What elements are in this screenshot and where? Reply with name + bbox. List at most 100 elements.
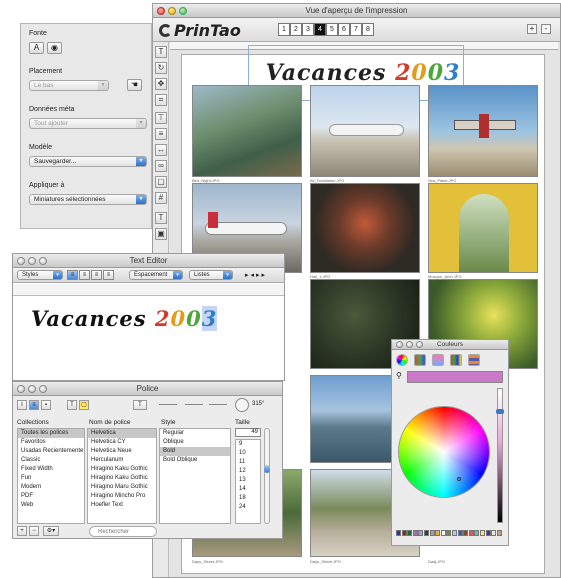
- brightness-slider[interactable]: [496, 388, 504, 523]
- minimize-window-button[interactable]: [28, 257, 36, 265]
- list-item[interactable]: 11: [236, 458, 260, 467]
- list-item[interactable]: 13: [236, 476, 260, 485]
- remove-collection-button[interactable]: −: [29, 526, 39, 536]
- zoom-in-button[interactable]: +: [527, 24, 537, 34]
- align-top-icon[interactable]: ⊤: [155, 112, 167, 124]
- close-window-button[interactable]: [157, 7, 165, 15]
- list-item[interactable]: Usadas Recientemente: [18, 447, 84, 456]
- placement-action-button[interactable]: ☚: [127, 79, 142, 91]
- list-item[interactable]: PDF: [18, 492, 84, 501]
- font-action-menu-button[interactable]: ⚙▾: [43, 526, 59, 536]
- magnifier-icon[interactable]: ⚲: [396, 371, 404, 381]
- color-swatch[interactable]: [457, 530, 463, 536]
- model-popup[interactable]: Sauvegarder... ▾: [29, 156, 147, 167]
- spacing-popup[interactable]: Espacement ▾: [129, 270, 183, 280]
- list-item[interactable]: Classic: [18, 456, 84, 465]
- page-button-4[interactable]: 4: [314, 23, 326, 36]
- page-button-2[interactable]: 2: [290, 23, 302, 36]
- color-swatch[interactable]: [412, 530, 418, 536]
- tab-stops-icon[interactable]: ▸◂▸▸: [245, 271, 267, 279]
- size-slider[interactable]: [264, 428, 270, 524]
- photo-thumbnail[interactable]: [428, 85, 538, 177]
- photo-icon[interactable]: ▣: [155, 228, 167, 240]
- list-item[interactable]: Bold Oblique: [160, 456, 230, 465]
- list-item[interactable]: Helvetica: [88, 429, 156, 438]
- shadow-button[interactable]: T: [133, 400, 147, 410]
- styles-popup[interactable]: Styles ▾: [17, 270, 63, 280]
- collections-list[interactable]: Toutes les polices Favoritos Usadas Reci…: [17, 428, 85, 524]
- list-item[interactable]: Hiragino Mincho Pro: [88, 492, 156, 501]
- minimize-window-button[interactable]: [168, 7, 176, 15]
- text-editor-content[interactable]: Vacances 2003: [31, 306, 218, 331]
- metadata-popup[interactable]: Tout ajouter ▾: [29, 118, 147, 129]
- distribute-icon[interactable]: ↔: [155, 144, 167, 156]
- spectrum-mode-icon[interactable]: [450, 354, 462, 366]
- list-item[interactable]: Modern: [18, 483, 84, 492]
- highlight-button[interactable]: ▢: [79, 400, 89, 410]
- zoom-window-button[interactable]: [39, 257, 47, 265]
- page-button-6[interactable]: 6: [338, 23, 350, 36]
- minimize-window-button[interactable]: [28, 385, 36, 393]
- current-color-well[interactable]: [407, 371, 503, 383]
- shadow-blur-slider[interactable]: [185, 404, 203, 405]
- close-window-button[interactable]: [17, 257, 25, 265]
- justify-button[interactable]: ≡: [103, 270, 114, 280]
- page-button-8[interactable]: 8: [362, 23, 374, 36]
- brightness-thumb[interactable]: [496, 409, 504, 414]
- strike-button[interactable]: ≡: [29, 400, 39, 410]
- sliders-mode-icon[interactable]: [414, 354, 426, 366]
- text-color-button[interactable]: ▪: [41, 400, 51, 410]
- font-button[interactable]: A: [29, 42, 44, 54]
- color-swatch[interactable]: [463, 530, 469, 536]
- color-swatch[interactable]: [418, 530, 424, 536]
- zoom-window-button[interactable]: [179, 7, 187, 15]
- shadow-opacity-slider[interactable]: [159, 404, 177, 405]
- text-frame-icon[interactable]: T: [155, 212, 167, 224]
- color-swatch[interactable]: [485, 530, 491, 536]
- frame-icon[interactable]: ▢: [155, 176, 167, 188]
- add-collection-button[interactable]: +: [17, 526, 27, 536]
- align-middle-icon[interactable]: ≡: [155, 128, 167, 140]
- color-button[interactable]: ◉: [47, 42, 62, 54]
- color-swatch[interactable]: [446, 530, 452, 536]
- list-item[interactable]: Oblique: [160, 438, 230, 447]
- size-field[interactable]: 49: [235, 428, 261, 437]
- family-list[interactable]: Helvetica Helvetica CY Helvetica Neue He…: [87, 428, 157, 524]
- size-list[interactable]: 9 10 11 12 13 14 18 24: [235, 439, 261, 524]
- page-button-5[interactable]: 5: [326, 23, 338, 36]
- list-item[interactable]: 10: [236, 449, 260, 458]
- minimize-window-button[interactable]: [406, 341, 413, 348]
- zoom-out-button[interactable]: -: [541, 24, 551, 34]
- photo-thumbnail[interactable]: [310, 85, 420, 177]
- page-title[interactable]: Vacances 2003: [182, 60, 544, 86]
- text-editor-title-bar[interactable]: Text Editor: [13, 254, 284, 268]
- shadow-angle-dial[interactable]: [235, 398, 249, 412]
- crayons-mode-icon[interactable]: [468, 354, 480, 366]
- zoom-window-button[interactable]: [39, 385, 47, 393]
- color-swatch[interactable]: [440, 530, 446, 536]
- color-swatch[interactable]: [452, 530, 457, 536]
- color-wheel[interactable]: [398, 406, 490, 498]
- preview-title-bar[interactable]: Vue d'aperçu de l'impression: [153, 4, 560, 18]
- style-list[interactable]: Regular Oblique Bold Bold Oblique: [159, 428, 231, 524]
- color-swatch[interactable]: [496, 530, 502, 536]
- list-item[interactable]: Hiragino Maru Gothic: [88, 483, 156, 492]
- font-search-input[interactable]: [89, 526, 157, 537]
- list-item[interactable]: 14: [236, 485, 260, 494]
- color-swatch[interactable]: [424, 530, 429, 536]
- close-window-button[interactable]: [17, 385, 25, 393]
- close-window-button[interactable]: [396, 341, 403, 348]
- color-swatch[interactable]: [435, 530, 441, 536]
- move-icon[interactable]: ✥: [155, 78, 167, 90]
- photo-thumbnail[interactable]: [192, 85, 302, 177]
- list-item[interactable]: Fixed Width: [18, 465, 84, 474]
- list-item[interactable]: Bold: [160, 447, 230, 456]
- list-item[interactable]: 24: [236, 503, 260, 512]
- photo-thumbnail[interactable]: [310, 183, 420, 273]
- colors-title-bar[interactable]: Couleurs: [392, 340, 508, 350]
- shadow-offset-slider[interactable]: [209, 404, 227, 405]
- list-item[interactable]: Web: [18, 501, 84, 510]
- lists-popup[interactable]: Listes ▾: [189, 270, 233, 280]
- list-item[interactable]: Regular: [160, 429, 230, 438]
- apply-popup[interactable]: Miniatures sélectionnées ▾: [29, 194, 147, 205]
